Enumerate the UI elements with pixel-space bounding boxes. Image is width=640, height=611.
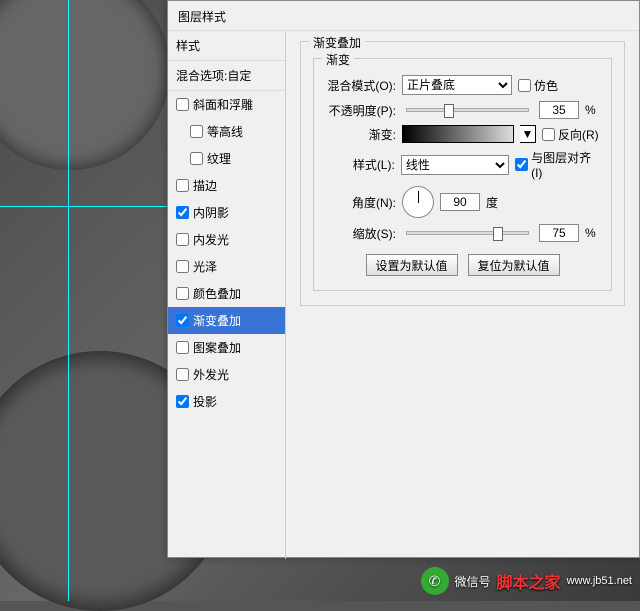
watermark: ✆ 微信号 脚本之家 www.jb51.net [421, 567, 632, 595]
style-item-7[interactable]: 颜色叠加 [168, 280, 285, 307]
guide-vertical [68, 0, 69, 601]
style-checkbox[interactable] [176, 341, 189, 354]
dither-checkbox[interactable]: 仿色 [518, 77, 558, 94]
opacity-slider[interactable] [406, 108, 529, 112]
style-checkbox[interactable] [190, 125, 203, 138]
wechat-icon: ✆ [421, 567, 449, 595]
watermark-wx: 微信号 [455, 573, 491, 590]
style-item-label: 光泽 [193, 258, 217, 275]
style-item-3[interactable]: 描边 [168, 172, 285, 199]
scale-label: 缩放(S): [324, 225, 396, 242]
gradient-overlay-group: 渐变叠加 渐变 混合模式(O): 正片叠底 仿色 不透明度(P): % [300, 41, 625, 306]
scale-slider[interactable] [406, 231, 529, 235]
style-item-label: 内发光 [193, 231, 229, 248]
style-checkbox[interactable] [176, 287, 189, 300]
gradient-dropdown-icon[interactable]: ▼ [520, 125, 536, 143]
gradient-subgroup: 渐变 混合模式(O): 正片叠底 仿色 不透明度(P): % 渐变: [313, 58, 612, 291]
group-title: 渐变叠加 [309, 34, 365, 51]
watermark-url: www.jb51.net [567, 575, 632, 587]
style-item-label: 颜色叠加 [193, 285, 241, 302]
style-item-6[interactable]: 光泽 [168, 253, 285, 280]
gradient-label: 渐变: [324, 126, 396, 143]
style-item-label: 纹理 [207, 150, 231, 167]
style-item-10[interactable]: 外发光 [168, 361, 285, 388]
style-item-label: 外发光 [193, 366, 229, 383]
style-checkbox[interactable] [176, 314, 189, 327]
watermark-brand: 脚本之家 [497, 569, 561, 593]
style-item-9[interactable]: 图案叠加 [168, 334, 285, 361]
dialog-titlebar[interactable]: 图层样式 [168, 1, 639, 31]
style-checkbox[interactable] [190, 152, 203, 165]
scale-input[interactable] [539, 224, 579, 242]
opacity-input[interactable] [539, 101, 579, 119]
blend-mode-label: 混合模式(O): [324, 77, 396, 94]
style-checkbox[interactable] [176, 98, 189, 111]
style-item-8[interactable]: 渐变叠加 [168, 307, 285, 334]
style-item-label: 斜面和浮雕 [193, 96, 253, 113]
style-item-1[interactable]: 等高线 [168, 118, 285, 145]
style-item-label: 投影 [193, 393, 217, 410]
style-item-label: 图案叠加 [193, 339, 241, 356]
blend-options[interactable]: 混合选项:自定 [168, 61, 285, 91]
reverse-checkbox[interactable]: 反向(R) [542, 126, 599, 143]
style-checkbox[interactable] [176, 260, 189, 273]
blend-mode-select[interactable]: 正片叠底 [402, 75, 512, 95]
style-item-label: 等高线 [207, 123, 243, 140]
styles-panel: 样式 混合选项:自定 斜面和浮雕等高线纹理描边内阴影内发光光泽颜色叠加渐变叠加图… [168, 31, 286, 559]
scale-unit: % [585, 226, 601, 240]
style-checkbox[interactable] [176, 233, 189, 246]
style-item-11[interactable]: 投影 [168, 388, 285, 415]
angle-label: 角度(N): [324, 194, 396, 211]
opacity-label: 不透明度(P): [324, 102, 396, 119]
style-checkbox[interactable] [176, 368, 189, 381]
align-checkbox[interactable]: 与图层对齐(I) [515, 149, 601, 180]
style-item-0[interactable]: 斜面和浮雕 [168, 91, 285, 118]
gradient-swatch[interactable] [402, 125, 514, 143]
angle-unit: 度 [486, 194, 510, 211]
dialog-title: 图层样式 [178, 10, 226, 24]
set-default-button[interactable]: 设置为默认值 [366, 254, 458, 276]
style-label: 样式(L): [324, 156, 395, 173]
style-checkbox[interactable] [176, 395, 189, 408]
angle-dial[interactable] [402, 186, 434, 218]
opacity-unit: % [585, 103, 601, 117]
style-item-label: 内阴影 [193, 204, 229, 221]
subgroup-title: 渐变 [322, 51, 354, 68]
angle-input[interactable] [440, 193, 480, 211]
style-item-5[interactable]: 内发光 [168, 226, 285, 253]
style-checkbox[interactable] [176, 206, 189, 219]
style-item-label: 描边 [193, 177, 217, 194]
style-select[interactable]: 线性 [401, 155, 509, 175]
styles-header[interactable]: 样式 [168, 31, 285, 61]
style-item-4[interactable]: 内阴影 [168, 199, 285, 226]
style-item-label: 渐变叠加 [193, 312, 241, 329]
style-checkbox[interactable] [176, 179, 189, 192]
reset-default-button[interactable]: 复位为默认值 [468, 254, 560, 276]
layer-style-dialog: 图层样式 样式 混合选项:自定 斜面和浮雕等高线纹理描边内阴影内发光光泽颜色叠加… [167, 0, 640, 558]
main-panel: 渐变叠加 渐变 混合模式(O): 正片叠底 仿色 不透明度(P): % [286, 31, 639, 559]
style-item-2[interactable]: 纹理 [168, 145, 285, 172]
